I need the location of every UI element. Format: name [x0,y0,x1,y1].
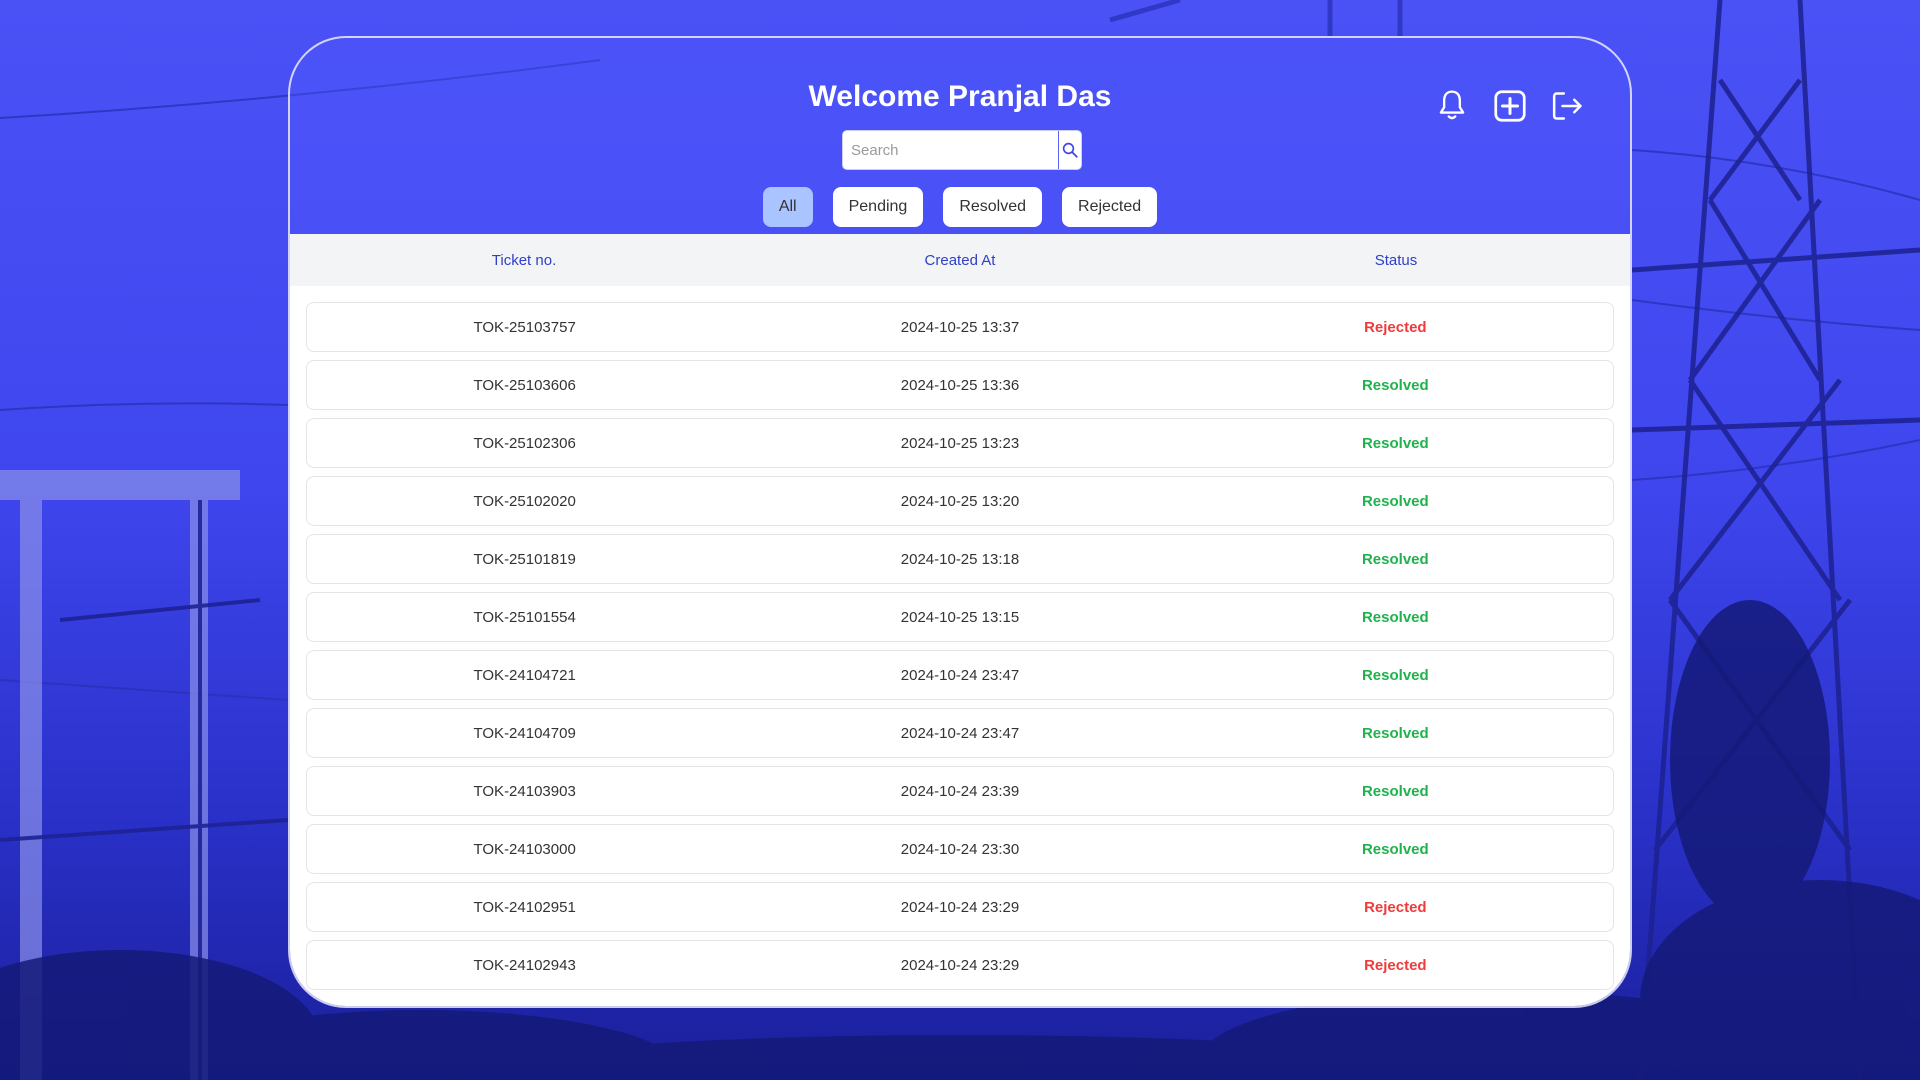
table-row[interactable]: TOK-25101819 2024-10-25 13:18 Resolved [306,534,1614,584]
status-label: Rejected [1364,956,1427,974]
table-row[interactable]: TOK-24103000 2024-10-24 23:30 Resolved [306,824,1614,874]
logout-button[interactable] [1550,88,1586,124]
column-header-status: Status [1374,251,1418,269]
ticket-number: TOK-25102020 [473,492,576,510]
table-row[interactable]: TOK-25103757 2024-10-25 13:37 Rejected [306,302,1614,352]
ticket-number: TOK-24102943 [473,956,576,974]
created-at: 2024-10-24 23:47 [900,724,1020,742]
search-icon [1062,142,1078,158]
add-square-icon [1494,90,1526,122]
column-header-created: Created At [924,251,996,269]
ticket-number: TOK-25101819 [473,550,576,568]
created-at: 2024-10-24 23:39 [900,782,1020,800]
ticket-number: TOK-25101554 [473,608,576,626]
created-at: 2024-10-25 13:20 [900,492,1020,510]
table-header: Ticket no. Created At Status [290,234,1630,286]
ticket-number: TOK-24103000 [473,840,576,858]
table-row[interactable]: TOK-24104709 2024-10-24 23:47 Resolved [306,708,1614,758]
table-body: TOK-25103757 2024-10-25 13:37 Rejected TOK-… [290,286,1630,990]
table-row[interactable]: TOK-25102306 2024-10-25 13:23 Resolved [306,418,1614,468]
tickets-panel: Welcome Pranjal Das All Pending Resolved… [288,36,1632,1008]
ticket-number: TOK-24102951 [473,898,576,916]
created-at: 2024-10-25 13:36 [900,376,1020,394]
status-label: Resolved [1361,550,1429,568]
status-label: Resolved [1361,724,1429,742]
status-label: Rejected [1364,318,1427,336]
created-at: 2024-10-25 13:37 [900,318,1020,336]
created-at: 2024-10-25 13:23 [900,434,1020,452]
status-label: Resolved [1361,840,1429,858]
notifications-button[interactable] [1434,88,1470,124]
table-row[interactable]: TOK-25101554 2024-10-25 13:15 Resolved [306,592,1614,642]
table-row[interactable]: TOK-24103903 2024-10-24 23:39 Resolved [306,766,1614,816]
filter-pending-button[interactable]: Pending [832,187,924,227]
created-at: 2024-10-24 23:29 [900,956,1020,974]
table-row[interactable]: TOK-24102943 2024-10-24 23:29 Rejected [306,940,1614,990]
header-actions [1434,88,1586,124]
filter-rejected-button[interactable]: Rejected [1062,187,1158,227]
filter-resolved-button[interactable]: Resolved [943,187,1043,227]
ticket-number: TOK-25103757 [473,318,576,336]
search-input[interactable] [843,131,1058,169]
bell-icon [1439,90,1465,120]
column-header-ticket: Ticket no. [491,251,557,269]
status-label: Resolved [1361,666,1429,684]
search-button[interactable] [1058,131,1081,169]
filter-all-button[interactable]: All [762,187,813,227]
search-bar [842,130,1082,170]
created-at: 2024-10-25 13:15 [900,608,1020,626]
status-label: Resolved [1361,782,1429,800]
ticket-number: TOK-24103903 [473,782,576,800]
status-filter-group: All Pending Resolved Rejected [290,187,1630,227]
created-at: 2024-10-24 23:30 [900,840,1020,858]
ticket-number: TOK-24104709 [473,724,576,742]
status-label: Rejected [1364,898,1427,916]
status-label: Resolved [1361,608,1429,626]
table-row[interactable]: TOK-24104721 2024-10-24 23:47 Resolved [306,650,1614,700]
tickets-table: Ticket no. Created At Status TOK-2510375… [290,234,1630,1006]
welcome-title: Welcome Pranjal Das [808,80,1112,113]
ticket-number: TOK-24104721 [473,666,576,684]
status-label: Resolved [1361,376,1429,394]
created-at: 2024-10-25 13:18 [900,550,1020,568]
status-label: Resolved [1361,492,1429,510]
add-ticket-button[interactable] [1492,88,1528,124]
table-row[interactable]: TOK-25103606 2024-10-25 13:36 Resolved [306,360,1614,410]
logout-icon [1552,92,1582,120]
ticket-number: TOK-25102306 [473,434,576,452]
created-at: 2024-10-24 23:29 [900,898,1020,916]
table-row[interactable]: TOK-24102951 2024-10-24 23:29 Rejected [306,882,1614,932]
panel-header: Welcome Pranjal Das All Pending Resolved… [290,38,1630,234]
created-at: 2024-10-24 23:47 [900,666,1020,684]
ticket-number: TOK-25103606 [473,376,576,394]
table-row[interactable]: TOK-25102020 2024-10-25 13:20 Resolved [306,476,1614,526]
status-label: Resolved [1361,434,1429,452]
